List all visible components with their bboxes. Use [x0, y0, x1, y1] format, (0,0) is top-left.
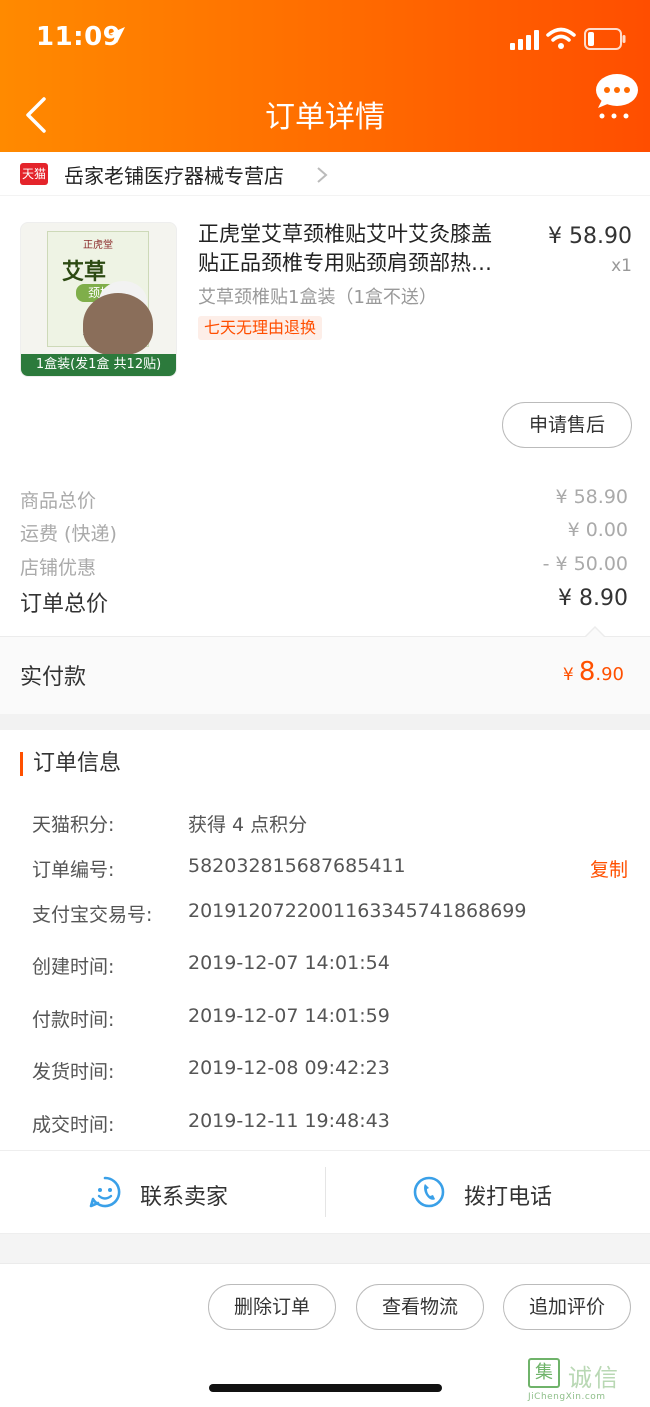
info-row-completed: 成交时间: 2019-12-11 19:48:43	[0, 1110, 650, 1140]
image-bottom-label: 1盒装(发1盒 共12贴)	[21, 354, 176, 376]
image-title-text: 艾草	[62, 260, 107, 285]
watermark-box: 集	[528, 1358, 560, 1388]
contact-seller-label: 联系卖家	[140, 1185, 229, 1210]
info-value: 582032815687685411	[188, 855, 406, 877]
shop-name[interactable]: 岳家老铺医疗器械专营店	[64, 160, 284, 189]
notch-fill	[585, 628, 605, 638]
info-label: 支付宝交易号:	[32, 904, 153, 926]
cost-row: 商品总价 ¥ 58.90	[0, 486, 650, 516]
section-gap	[0, 1234, 650, 1264]
view-logistics-button[interactable]: 查看物流	[356, 1284, 484, 1330]
cost-value: ¥ 0.00	[567, 519, 628, 541]
amount-paid-value: ¥ 8.90	[563, 657, 624, 687]
wifi-icon	[546, 27, 576, 49]
patch-shape	[83, 293, 153, 355]
product-name-line1: 正虎堂艾草颈椎贴艾叶艾灸膝盖	[198, 222, 492, 246]
info-label: 创建时间:	[32, 956, 115, 978]
info-label: 天猫积分:	[32, 814, 115, 836]
info-label: 发货时间:	[32, 1061, 115, 1083]
home-indicator[interactable]	[209, 1384, 442, 1392]
call-phone-label: 拨打电话	[464, 1185, 553, 1210]
cost-value: - ¥ 50.00	[542, 553, 628, 575]
cost-label: 商品总价	[20, 490, 97, 512]
contact-seller-button[interactable]: 联系卖家	[88, 1151, 258, 1235]
tmall-badge: 天猫	[20, 163, 48, 185]
after-sale-button[interactable]: 申请售后	[502, 402, 632, 448]
info-value: 2019120722001163345741868699	[188, 900, 527, 922]
page-title: 订单详情	[265, 100, 385, 135]
chat-face-icon	[89, 1176, 121, 1208]
info-value: 2019-12-08 09:42:23	[188, 1057, 390, 1079]
info-row-alipay-number: 支付宝交易号: 2019120722001163345741868699	[0, 900, 650, 930]
battery-icon	[584, 28, 626, 50]
watermark-logo: 集 诚信 JiChengXin.com	[528, 1358, 646, 1402]
cost-label: 运费 (快递)	[20, 523, 117, 545]
order-info-title: 订单信息	[20, 752, 121, 776]
add-review-button[interactable]: 追加评价	[503, 1284, 631, 1330]
contact-bar: 联系卖家 拨打电话	[0, 1150, 650, 1234]
location-arrow-icon	[109, 27, 125, 43]
watermark-text: 诚信	[568, 1364, 620, 1392]
info-label: 付款时间:	[32, 1009, 115, 1031]
signal-icon	[510, 30, 539, 50]
copy-order-number-button[interactable]: 复制	[590, 855, 628, 882]
section-gap	[0, 714, 650, 730]
cost-value: ¥ 58.90	[555, 486, 628, 508]
amount-paid-row: 实付款 ¥ 8.90	[0, 626, 650, 714]
info-row-order-number: 订单编号: 582032815687685411 复制	[0, 855, 650, 885]
cost-summary: 商品总价 ¥ 58.90 运费 (快递) ¥ 0.00 店铺优惠 - ¥ 50.…	[0, 456, 650, 636]
info-value: 获得 4 点积分	[188, 814, 308, 836]
more-message-icon[interactable]	[592, 72, 640, 122]
header-bar: 11:09 订单详情	[0, 0, 650, 152]
currency-symbol: ¥	[562, 665, 574, 685]
image-brand-text: 正虎堂	[83, 240, 113, 251]
bottom-action-bar: 删除订单 查看物流 追加评价 集 诚信 JiChengXin.com	[0, 1264, 650, 1407]
contact-divider	[325, 1167, 326, 1217]
info-row-shipped: 发货时间: 2019-12-08 09:42:23	[0, 1057, 650, 1087]
product-price: ¥ 58.90	[548, 224, 632, 249]
info-row-created: 创建时间: 2019-12-07 14:01:54	[0, 952, 650, 982]
product-image[interactable]: 正虎堂 艾草 颈椎贴 12 1盒装(发1盒 共12贴)	[20, 222, 177, 377]
order-total-value: ¥ 8.90	[558, 586, 628, 611]
info-label: 成交时间:	[32, 1114, 115, 1136]
info-label: 订单编号:	[32, 859, 115, 881]
amount-decimal: .90	[595, 664, 624, 685]
chevron-right-icon	[317, 167, 328, 183]
info-value: 2019-12-11 19:48:43	[188, 1110, 390, 1132]
return-policy-tag: 七天无理由退换	[198, 316, 323, 340]
shop-row[interactable]: 天猫 岳家老铺医疗器械专营店	[0, 152, 650, 196]
info-value: 2019-12-07 14:01:59	[188, 1005, 390, 1027]
product-name-line2: 贴正品颈椎专用贴颈肩颈部热…	[198, 251, 492, 275]
product-spec: 艾草颈椎贴1盒装（1盒不送）	[198, 287, 437, 308]
amount-integer: 8	[578, 657, 596, 687]
call-phone-button[interactable]: 拨打电话	[412, 1151, 582, 1235]
info-value: 2019-12-07 14:01:54	[188, 952, 390, 974]
status-bar: 11:09	[0, 0, 650, 80]
product-quantity: x1	[611, 256, 632, 276]
delete-order-button[interactable]: 删除订单	[208, 1284, 336, 1330]
info-row-points: 天猫积分: 获得 4 点积分	[0, 810, 650, 840]
product-card: 正虎堂 艾草 颈椎贴 12 1盒装(发1盒 共12贴) 正虎堂艾草颈椎贴艾叶艾灸…	[0, 196, 650, 456]
cost-row: 店铺优惠 - ¥ 50.00	[0, 553, 650, 583]
amount-paid-label: 实付款	[20, 665, 87, 690]
product-name[interactable]: 正虎堂艾草颈椎贴艾叶艾灸膝盖 贴正品颈椎专用贴颈肩颈部热…	[198, 220, 528, 278]
order-total-row: 订单总价 ¥ 8.90	[0, 586, 650, 617]
order-total-label: 订单总价	[20, 592, 109, 617]
watermark-sub: JiChengXin.com	[528, 1392, 606, 1402]
cost-row: 运费 (快递) ¥ 0.00	[0, 519, 650, 549]
order-info-section: 订单信息 天猫积分: 获得 4 点积分 订单编号: 58203281568768…	[0, 730, 650, 1150]
cost-label: 店铺优惠	[20, 557, 97, 579]
phone-icon	[413, 1176, 445, 1208]
info-row-paid: 付款时间: 2019-12-07 14:01:59	[0, 1005, 650, 1035]
